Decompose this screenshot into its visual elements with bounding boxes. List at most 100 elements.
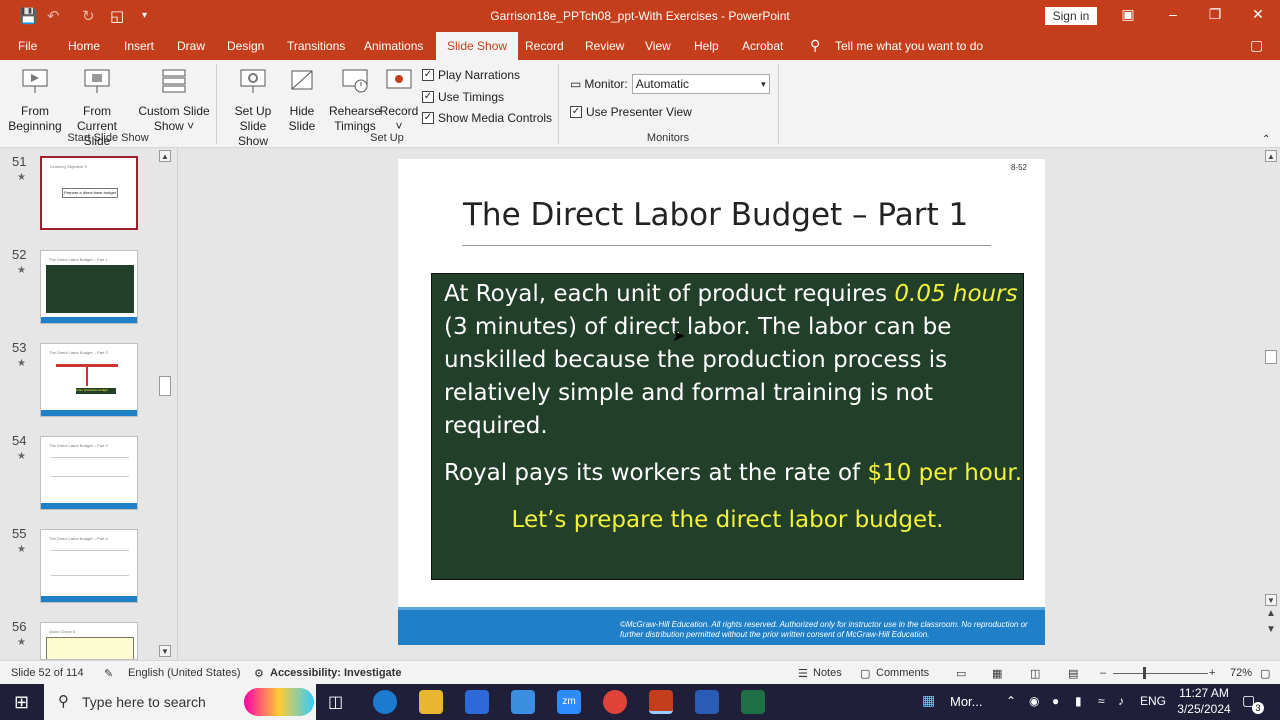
zoom-out-button[interactable]: – xyxy=(1100,667,1106,679)
hide-slide-button[interactable]: Hide Slide xyxy=(284,66,320,134)
content-box[interactable]: At Royal, each unit of product requires … xyxy=(431,273,1024,580)
task-view-icon[interactable]: ◫ xyxy=(328,692,343,712)
close-button[interactable]: ✕ xyxy=(1248,6,1268,23)
sign-in-button[interactable]: Sign in xyxy=(1045,7,1097,25)
slide-number: 55 xyxy=(12,526,27,541)
record-button[interactable]: Record ˅ xyxy=(378,66,420,134)
minimize-button[interactable]: – xyxy=(1163,6,1183,22)
tab-file[interactable]: File xyxy=(18,39,37,53)
use-timings-checkbox[interactable]: ✓ Use Timings xyxy=(422,90,504,104)
microphone-icon[interactable]: ● xyxy=(1052,694,1059,708)
windows-start-icon[interactable]: ⊞ xyxy=(14,692,29,713)
slide-canvas[interactable]: 8-52 The Direct Labor Budget – Part 1 At… xyxy=(398,159,1045,645)
thumbnail-line xyxy=(86,364,88,386)
from-beginning-button[interactable]: From Beginning xyxy=(6,66,64,134)
maximize-button[interactable]: ❐ xyxy=(1205,6,1225,23)
fit-slide-icon[interactable]: ▢ xyxy=(1260,667,1270,680)
scroll-up-icon[interactable]: ▲ xyxy=(159,150,171,162)
tab-review[interactable]: Review xyxy=(585,39,624,53)
slide-thumbnail-54[interactable]: The Direct Labor Budget – Part 3 xyxy=(40,436,138,510)
notification-count: 3 xyxy=(1252,702,1264,714)
language-indicator[interactable]: ENG xyxy=(1140,694,1166,708)
slide-thumbnail-55[interactable]: The Direct Labor Budget – Part 4 xyxy=(40,529,138,603)
tab-animations[interactable]: Animations xyxy=(364,39,423,53)
slide-thumbnail-52[interactable]: The Direct Labor Budget – Part 1 xyxy=(40,250,138,324)
tab-help[interactable]: Help xyxy=(694,39,719,53)
spelling-icon[interactable]: ✎ xyxy=(104,667,113,680)
file-explorer-icon[interactable] xyxy=(419,690,443,714)
p1-text-a: At Royal, each unit of product requires xyxy=(444,281,895,307)
zoom-icon[interactable]: zm xyxy=(557,690,581,714)
tab-design[interactable]: Design xyxy=(227,39,264,53)
custom-slide-show-button[interactable]: Custom Slide Show ˅ xyxy=(138,66,210,134)
scroll-down-icon[interactable]: ▼ xyxy=(1265,594,1277,606)
news-widget-icon[interactable]: ▦ xyxy=(922,692,935,709)
show-media-controls-checkbox[interactable]: ✓ Show Media Controls xyxy=(422,111,552,125)
taskbar-search[interactable]: ⚲ Type here to search xyxy=(44,684,316,720)
zoom-in-button[interactable]: + xyxy=(1209,667,1215,679)
collapse-ribbon-icon[interactable]: ⌃ xyxy=(1262,134,1270,145)
comments-button[interactable]: Comments xyxy=(876,667,929,679)
scroll-up-icon[interactable]: ▲ xyxy=(1265,150,1277,162)
scroll-down-icon[interactable]: ▼ xyxy=(159,645,171,657)
use-timings-label: Use Timings xyxy=(438,90,505,104)
accessibility-icon: ⚙ xyxy=(254,668,264,680)
notes-button[interactable]: Notes xyxy=(813,667,842,679)
battery-icon[interactable]: ▮ xyxy=(1075,694,1082,708)
clock-time[interactable]: 11:27 AM xyxy=(1176,686,1232,700)
slide-thumbnail-53[interactable]: The Direct Labor Budget – Part 2 From pr… xyxy=(40,343,138,417)
tab-acrobat[interactable]: Acrobat xyxy=(742,39,783,53)
previous-slide-icon[interactable]: ▲ xyxy=(1266,608,1276,619)
tab-insert[interactable]: Insert xyxy=(124,39,154,53)
store-icon[interactable] xyxy=(465,690,489,714)
zoom-level[interactable]: 72% xyxy=(1230,667,1252,679)
tell-me-search[interactable]: Tell me what you want to do xyxy=(835,39,983,53)
zoom-slider-thumb[interactable] xyxy=(1143,667,1146,679)
edge-icon[interactable] xyxy=(373,690,397,714)
scroll-thumb[interactable] xyxy=(1265,350,1277,364)
word-icon[interactable] xyxy=(695,690,719,714)
slide-sorter-icon[interactable]: ▦ xyxy=(992,667,1002,680)
tab-home[interactable]: Home xyxy=(68,39,100,53)
reading-view-icon[interactable]: ◫ xyxy=(1030,667,1040,680)
slide-thumbnail-56[interactable]: Quick Check 5 xyxy=(40,622,138,660)
next-slide-icon[interactable]: ▼ xyxy=(1266,624,1276,635)
rehearse-timings-button[interactable]: Rehearse Timings xyxy=(328,66,382,134)
monitor-dropdown[interactable]: Automatic ▾ xyxy=(631,74,770,94)
comments-icon[interactable]: ▢ xyxy=(1250,37,1263,54)
more-widget[interactable]: Mor... xyxy=(950,694,983,709)
title-underline xyxy=(462,245,991,246)
use-presenter-view-checkbox[interactable]: ✓ Use Presenter View xyxy=(570,105,692,119)
language-label[interactable]: English (United States) xyxy=(128,667,241,679)
thumbnail-title: The Direct Labor Budget – Part 1 xyxy=(49,257,108,262)
camera-icon[interactable]: ◉ xyxy=(1029,694,1039,708)
presenter-view-label: Use Presenter View xyxy=(586,105,692,119)
tab-draw[interactable]: Draw xyxy=(177,39,205,53)
slide-thumbnail-51[interactable]: Learning Objective 5 Prepare a direct la… xyxy=(40,156,138,230)
scroll-thumb[interactable] xyxy=(159,376,171,396)
ribbon-display-icon[interactable]: ▣ xyxy=(1118,6,1138,23)
slide-title[interactable]: The Direct Labor Budget – Part 1 xyxy=(463,197,968,233)
slide-scrollbar[interactable]: ▲ ▼ ▲ ▼ xyxy=(1264,148,1278,660)
powerpoint-icon[interactable] xyxy=(649,690,673,714)
zoom-slider[interactable] xyxy=(1113,673,1208,674)
wifi-icon[interactable]: ≈ xyxy=(1098,694,1105,708)
slide-show-view-icon[interactable]: ▤ xyxy=(1068,667,1078,680)
clock-date[interactable]: 3/25/2024 xyxy=(1174,702,1234,716)
chevron-up-icon[interactable]: ⌃ xyxy=(1006,694,1016,708)
chrome-icon[interactable] xyxy=(603,690,627,714)
thumbnail-title: Quick Check 5 xyxy=(49,629,76,634)
tab-transitions[interactable]: Transitions xyxy=(287,39,345,53)
normal-view-icon[interactable]: ▭ xyxy=(956,667,966,680)
volume-icon[interactable]: ♪ xyxy=(1118,694,1124,708)
play-narrations-checkbox[interactable]: ✓ Play Narrations xyxy=(422,68,520,82)
mail-icon[interactable] xyxy=(511,690,535,714)
animation-star-icon: ★ xyxy=(17,358,26,369)
tab-record[interactable]: Record xyxy=(525,39,564,53)
tab-slide-show[interactable]: Slide Show xyxy=(436,32,519,60)
accessibility-status[interactable]: Accessibility: Investigate xyxy=(270,667,401,679)
checkmark-icon: ✓ xyxy=(422,112,434,124)
excel-icon[interactable] xyxy=(741,690,765,714)
tab-view[interactable]: View xyxy=(645,39,671,53)
thumbnail-scrollbar[interactable]: ▲ ▼ xyxy=(158,148,172,660)
